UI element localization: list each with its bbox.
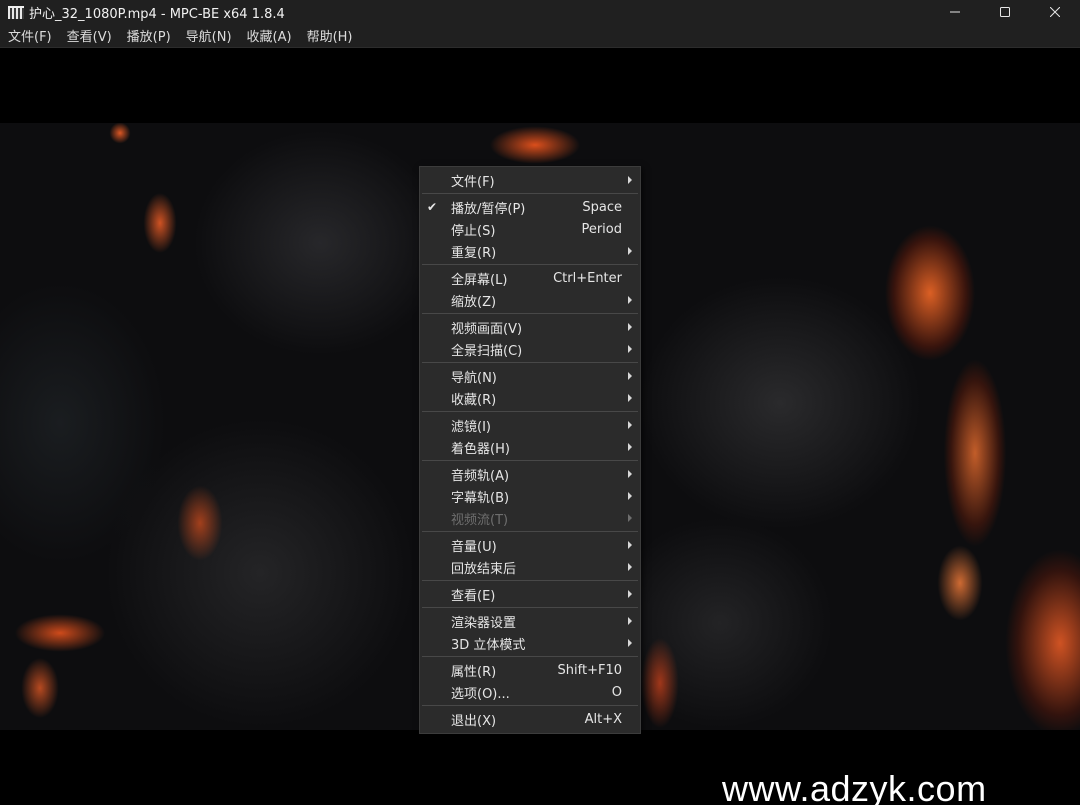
menu-bar: 文件(F) 查看(V) 播放(P) 导航(N) 收藏(A) 帮助(H)	[0, 24, 1080, 48]
maximize-button[interactable]	[980, 0, 1030, 24]
menu-item-label: 退出(X)	[451, 713, 497, 729]
minimize-icon	[950, 11, 960, 13]
menu-file[interactable]: 文件(F)	[0, 26, 59, 45]
minimize-button[interactable]	[930, 0, 980, 24]
context-menu-item[interactable]: 缩放(Z)	[420, 289, 640, 311]
title-bar[interactable]: 护心_32_1080P.mp4 - MPC-BE x64 1.8.4	[0, 0, 1080, 24]
menu-item-label: 选项(O)...	[451, 686, 510, 702]
menu-navigate[interactable]: 导航(N)	[178, 26, 239, 45]
menu-item-label: 属性(R)	[451, 664, 497, 680]
menu-item-label: 重复(R)	[451, 245, 497, 261]
menu-help[interactable]: 帮助(H)	[299, 26, 360, 45]
context-menu-item[interactable]: 停止(S) Period	[420, 218, 640, 240]
context-menu-item[interactable]: 导航(N)	[420, 365, 640, 387]
submenu-arrow-icon	[628, 372, 632, 380]
menu-item-label: 3D 立体模式	[451, 637, 526, 653]
context-menu-item[interactable]: 属性(R) Shift+F10	[420, 659, 640, 681]
window-title: 护心_32_1080P.mp4 - MPC-BE x64 1.8.4	[29, 6, 285, 22]
menu-item-shortcut: Shift+F10	[557, 662, 622, 678]
context-menu-item[interactable]: 退出(X) Alt+X	[420, 708, 640, 730]
context-menu-item[interactable]: 字幕轨(B)	[420, 485, 640, 507]
window-controls	[930, 0, 1080, 24]
menu-item-label: 字幕轨(B)	[451, 490, 510, 506]
submenu-arrow-icon	[628, 323, 632, 331]
menu-item-label: 渲染器设置	[451, 615, 517, 631]
menu-item-label: 着色器(H)	[451, 441, 510, 457]
submenu-arrow-icon	[628, 514, 632, 522]
submenu-arrow-icon	[628, 443, 632, 451]
submenu-arrow-icon	[628, 421, 632, 429]
submenu-arrow-icon	[628, 541, 632, 549]
context-menu-item[interactable]: 音频轨(A)	[420, 463, 640, 485]
menu-item-label: 文件(F)	[451, 174, 495, 190]
film-clapper-icon	[8, 5, 24, 19]
context-menu-item[interactable]: 查看(E)	[420, 583, 640, 605]
menu-item-label: 导航(N)	[451, 370, 497, 386]
menu-item-label: 查看(E)	[451, 588, 496, 604]
submenu-arrow-icon	[628, 296, 632, 304]
close-icon	[1050, 7, 1060, 17]
submenu-arrow-icon	[628, 394, 632, 402]
context-menu-item[interactable]: 着色器(H)	[420, 436, 640, 458]
submenu-arrow-icon	[628, 345, 632, 353]
menu-play[interactable]: 播放(P)	[119, 26, 178, 45]
context-menu-item[interactable]: 音量(U)	[420, 534, 640, 556]
context-menu-item[interactable]: 选项(O)... O	[420, 681, 640, 703]
context-menu-item[interactable]: 3D 立体模式	[420, 632, 640, 654]
menu-item-label: 播放/暂停(P)	[451, 201, 526, 217]
menu-item-shortcut: Alt+X	[584, 711, 622, 727]
menu-item-label: 全景扫描(C)	[451, 343, 523, 359]
menu-item-label: 音频轨(A)	[451, 468, 510, 484]
submenu-arrow-icon	[628, 247, 632, 255]
menu-item-shortcut: O	[611, 684, 622, 700]
menu-favorites[interactable]: 收藏(A)	[239, 26, 299, 45]
menu-item-label: 滤镜(I)	[451, 419, 491, 435]
menu-item-shortcut: Ctrl+Enter	[553, 270, 622, 286]
menu-item-label: 视频画面(V)	[451, 321, 523, 337]
context-menu-item[interactable]: 收藏(R)	[420, 387, 640, 409]
submenu-arrow-icon	[628, 470, 632, 478]
context-menu-item[interactable]: 视频画面(V)	[420, 316, 640, 338]
context-menu-item: 视频流(T)	[420, 507, 640, 529]
watermark-text: www.adzyk.com	[722, 768, 987, 805]
maximize-icon	[1000, 7, 1010, 17]
mpc-be-window: 护心_32_1080P.mp4 - MPC-BE x64 1.8.4 文件(F)…	[0, 0, 1080, 805]
context-menu: 文件(F) ✔ 播放/暂停(P) Space 停止(S) Period 重复(R) 全屏幕(L…	[419, 166, 641, 734]
menu-item-label: 收藏(R)	[451, 392, 497, 408]
context-menu-item[interactable]: 文件(F)	[420, 169, 640, 191]
menu-item-label: 停止(S)	[451, 223, 496, 239]
context-menu-item[interactable]: 渲染器设置	[420, 610, 640, 632]
submenu-arrow-icon	[628, 617, 632, 625]
menu-item-label: 视频流(T)	[451, 512, 509, 528]
menu-item-shortcut: Period	[581, 221, 622, 237]
context-menu-item[interactable]: 全屏幕(L) Ctrl+Enter	[420, 267, 640, 289]
menu-item-label: 缩放(Z)	[451, 294, 497, 310]
submenu-arrow-icon	[628, 492, 632, 500]
menu-item-shortcut: Space	[582, 199, 622, 215]
context-menu-item[interactable]: 回放结束后	[420, 556, 640, 578]
context-menu-item[interactable]: 重复(R)	[420, 240, 640, 262]
menu-item-label: 音量(U)	[451, 539, 497, 555]
submenu-arrow-icon	[628, 176, 632, 184]
close-button[interactable]	[1030, 0, 1080, 24]
menu-item-label: 全屏幕(L)	[451, 272, 508, 288]
submenu-arrow-icon	[628, 639, 632, 647]
context-menu-item[interactable]: ✔ 播放/暂停(P) Space	[420, 196, 640, 218]
checkmark-icon: ✔	[426, 200, 438, 214]
context-menu-item[interactable]: 全景扫描(C)	[420, 338, 640, 360]
context-menu-item[interactable]: 滤镜(I)	[420, 414, 640, 436]
submenu-arrow-icon	[628, 563, 632, 571]
menu-item-label: 回放结束后	[451, 561, 517, 577]
menu-view[interactable]: 查看(V)	[59, 26, 119, 45]
submenu-arrow-icon	[628, 590, 632, 598]
